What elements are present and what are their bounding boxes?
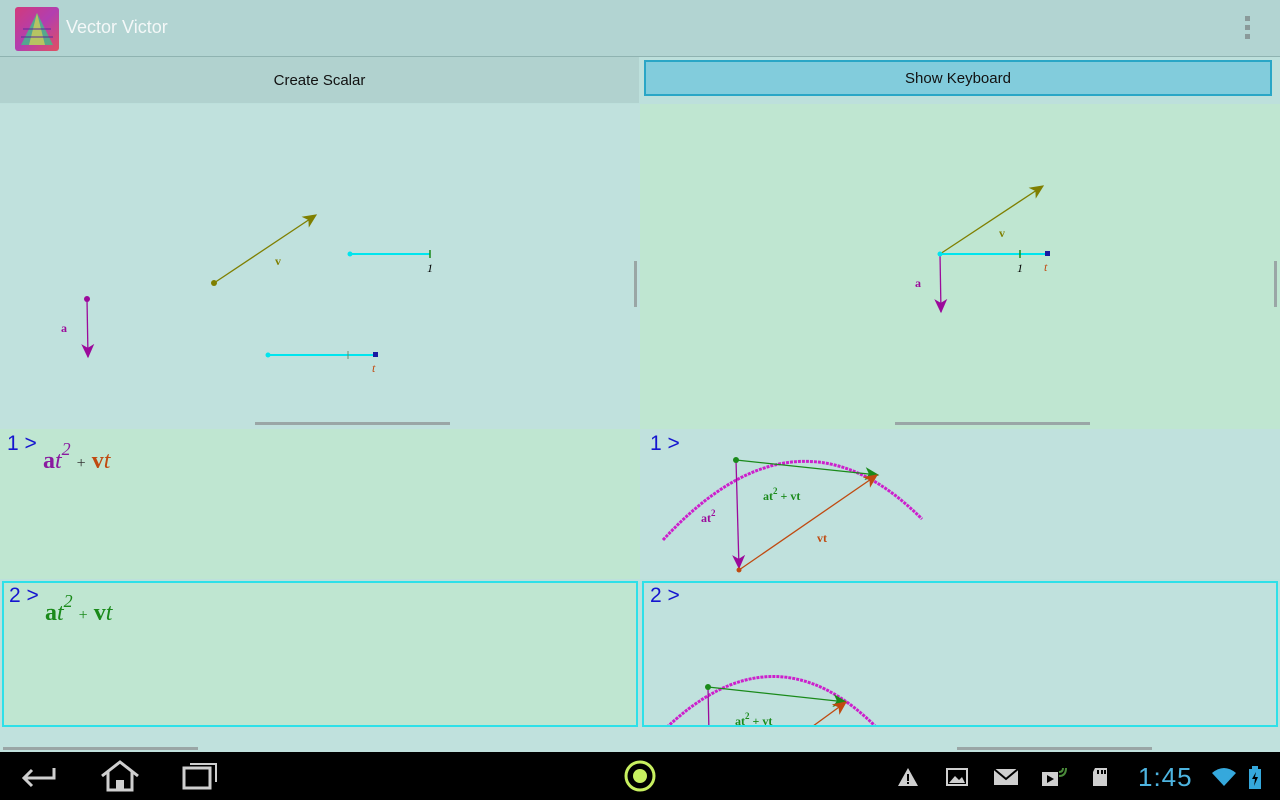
overflow-menu-icon[interactable] bbox=[1241, 16, 1253, 42]
scalar-t[interactable] bbox=[265, 351, 379, 359]
graph-entry-2[interactable]: 2 > at2 + vt bbox=[642, 581, 1278, 727]
warning-icon[interactable] bbox=[897, 766, 919, 788]
entry-prompt: 1 > bbox=[7, 432, 37, 455]
sum-label: at2 + vt bbox=[763, 486, 800, 503]
horizontal-scrollbar[interactable] bbox=[3, 747, 198, 750]
expression-entry-2[interactable]: 2 > at2+ vt bbox=[2, 581, 638, 727]
horizontal-scrollbar[interactable] bbox=[957, 747, 1152, 750]
list-footer bbox=[0, 727, 1280, 752]
expression-formula: at2+ vt bbox=[45, 591, 113, 626]
vector-canvas-right[interactable]: v a 1 t bbox=[640, 104, 1280, 429]
home-icon[interactable] bbox=[98, 760, 142, 792]
vector-a[interactable] bbox=[81, 296, 95, 359]
image-icon[interactable] bbox=[946, 766, 968, 788]
scalar-t[interactable] bbox=[937, 250, 1051, 258]
vector-canvas-left[interactable]: v a 1 t bbox=[0, 104, 640, 429]
vertical-scrollbar[interactable] bbox=[1274, 261, 1277, 307]
app-title: Vector Victor bbox=[66, 17, 168, 37]
vt-label: vt bbox=[817, 531, 827, 545]
record-indicator-icon[interactable] bbox=[618, 760, 662, 792]
sd-card-icon[interactable] bbox=[1090, 766, 1112, 788]
vector-a-label: a bbox=[61, 321, 67, 335]
at2-vector bbox=[707, 686, 710, 725]
expression-formula: at2+ vt bbox=[43, 439, 111, 474]
vector-v[interactable] bbox=[211, 214, 318, 286]
entry-prompt: 2 > bbox=[9, 584, 39, 607]
vt-vector bbox=[813, 701, 848, 725]
recent-apps-icon[interactable] bbox=[178, 760, 222, 792]
play-store-icon[interactable] bbox=[1041, 766, 1067, 788]
expression-entry-1[interactable]: 1 > at2+ vt bbox=[0, 429, 640, 579]
horizontal-scrollbar[interactable] bbox=[895, 422, 1090, 425]
status-clock: 1:45 bbox=[1138, 762, 1193, 792]
at2-vector bbox=[732, 459, 746, 570]
scalar-one[interactable] bbox=[347, 250, 431, 258]
scalar-t-label: t bbox=[372, 361, 376, 375]
at2-label: at2 bbox=[701, 508, 716, 525]
create-scalar-button[interactable]: Create Scalar bbox=[0, 57, 639, 103]
wifi-icon[interactable] bbox=[1211, 766, 1237, 788]
vector-a-label: a bbox=[915, 276, 921, 290]
app-logo-icon[interactable] bbox=[15, 7, 59, 51]
horizontal-scrollbar[interactable] bbox=[255, 422, 450, 425]
show-keyboard-button[interactable]: Show Keyboard bbox=[644, 60, 1272, 96]
vector-v[interactable] bbox=[939, 185, 1045, 255]
action-bar: Vector Victor bbox=[0, 0, 1280, 57]
vector-v-label: v bbox=[999, 226, 1005, 240]
scalar-one-label: 1 bbox=[427, 261, 433, 275]
sum-label: at2 + vt bbox=[735, 711, 772, 725]
system-navigation-bar: 1:45 bbox=[0, 752, 1280, 800]
battery-icon[interactable] bbox=[1248, 766, 1262, 789]
graph-entry-1[interactable]: 1 > at2 + vt at2 vt bbox=[640, 429, 1280, 579]
vector-a[interactable] bbox=[934, 253, 948, 314]
scalar-t-label: t bbox=[1044, 260, 1048, 274]
scalar-one-label: 1 bbox=[1017, 261, 1023, 275]
vt-vector bbox=[738, 474, 879, 571]
gmail-icon[interactable] bbox=[993, 766, 1019, 788]
vector-v-label: v bbox=[275, 254, 281, 268]
back-icon[interactable] bbox=[18, 760, 62, 792]
vertical-scrollbar[interactable] bbox=[634, 261, 637, 307]
